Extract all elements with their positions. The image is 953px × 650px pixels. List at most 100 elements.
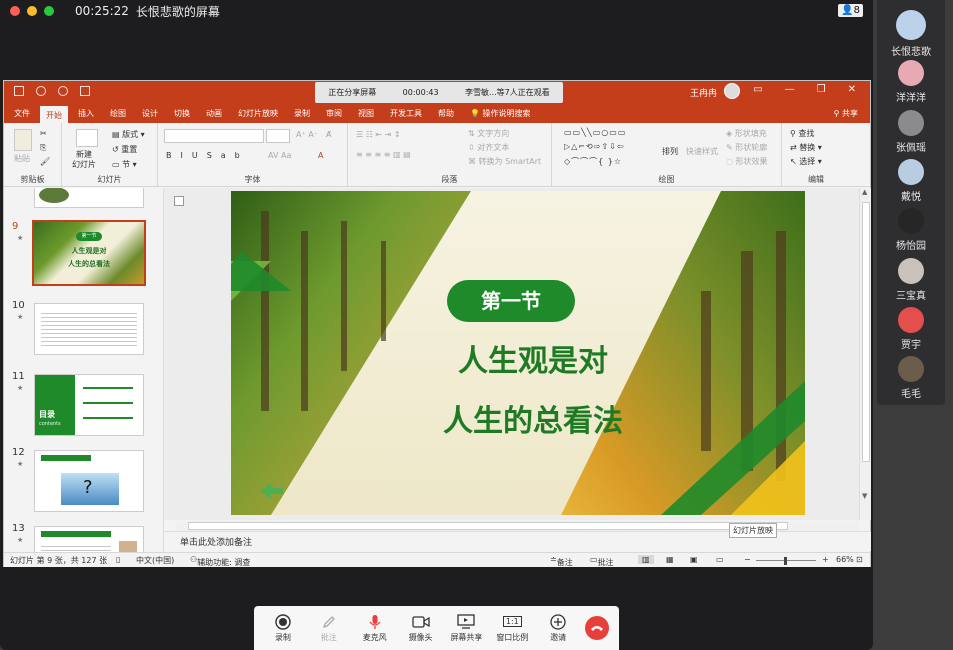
tab-home[interactable]: 开始 bbox=[40, 106, 68, 123]
tab-design[interactable]: 设计 bbox=[142, 108, 158, 119]
zoom-slider-thumb[interactable] bbox=[784, 557, 787, 565]
participant-tile[interactable]: 毛毛 bbox=[877, 356, 945, 400]
vertical-scrollbar[interactable]: ▲ ▼ bbox=[859, 188, 871, 520]
copy-icon[interactable]: ⎘ bbox=[40, 143, 46, 153]
thumbnail-slide-8[interactable] bbox=[34, 188, 144, 208]
zoom-window-button[interactable] bbox=[44, 6, 54, 16]
notes-pane[interactable]: 单击此处添加备注 幻灯片放映 bbox=[164, 523, 871, 551]
share-button[interactable]: ⚲ 共享 bbox=[834, 108, 858, 119]
undo-icon[interactable] bbox=[36, 86, 46, 96]
tell-me-search[interactable]: 💡 操作说明搜索 bbox=[470, 108, 531, 119]
text-direction-button[interactable]: ⇅ 文字方向 bbox=[468, 128, 509, 139]
tab-draw[interactable]: 绘图 bbox=[110, 108, 126, 119]
microphone-button[interactable]: 麦克风 bbox=[356, 614, 394, 643]
tab-insert[interactable]: 插入 bbox=[78, 108, 94, 119]
tab-developer[interactable]: 开发工具 bbox=[390, 108, 422, 119]
tab-record[interactable]: 录制 bbox=[294, 108, 310, 119]
zoom-in-icon[interactable]: + bbox=[822, 555, 829, 564]
align-text-button[interactable]: ⇳ 对齐文本 bbox=[468, 142, 509, 153]
minimize-icon[interactable]: — bbox=[785, 84, 795, 95]
notes-toggle[interactable]: ≐ 备注 bbox=[550, 555, 573, 567]
paste-icon[interactable] bbox=[14, 129, 32, 151]
window-ratio-button[interactable]: 1:1 窗口比例 bbox=[493, 614, 531, 643]
shape-outline-button[interactable]: ✎ 形状轮廓 bbox=[726, 142, 767, 153]
shapes-gallery[interactable]: ▭▭╲╲▭○▭▭ bbox=[564, 128, 626, 137]
tab-transitions[interactable]: 切换 bbox=[174, 108, 190, 119]
shape-fill-button[interactable]: ◈ 形状填充 bbox=[726, 128, 767, 139]
select-button[interactable]: ↖ 选择 ▾ bbox=[790, 156, 822, 167]
user-avatar[interactable] bbox=[724, 83, 740, 99]
grow-font-icon[interactable]: A⁺ A⁻ bbox=[296, 130, 318, 139]
participant-tile[interactable]: 洋洋洋 bbox=[877, 60, 945, 104]
participant-tile[interactable]: 杨怡园 bbox=[877, 208, 945, 252]
tab-view[interactable]: 视图 bbox=[358, 108, 374, 119]
screen-share-button[interactable]: 屏幕共享 bbox=[447, 614, 485, 643]
tab-review[interactable]: 审阅 bbox=[326, 108, 342, 119]
font-size-select[interactable] bbox=[266, 129, 290, 143]
participant-tile[interactable]: 张佩瑶 bbox=[877, 110, 945, 154]
zoom-level[interactable]: 66% bbox=[836, 555, 854, 564]
shape-effects-button[interactable]: ◌ 形状效果 bbox=[726, 156, 768, 167]
reading-view-icon[interactable]: ▣ bbox=[690, 555, 698, 564]
smartart-button[interactable]: ⌘ 转换为 SmartArt bbox=[468, 156, 541, 167]
restore-icon[interactable]: ❐ bbox=[817, 84, 826, 95]
redo-icon[interactable] bbox=[58, 86, 68, 96]
record-button[interactable]: 录制 bbox=[264, 613, 302, 643]
font-style-buttons[interactable]: BIUSab bbox=[166, 151, 249, 160]
new-slide-button[interactable]: 新建 幻灯片 bbox=[72, 150, 96, 170]
tab-file[interactable]: 文件 bbox=[14, 108, 30, 119]
minimize-window-button[interactable] bbox=[27, 6, 37, 16]
participant-tile[interactable]: 长恨悲歌 bbox=[877, 10, 945, 58]
clear-format-icon[interactable]: A̸ bbox=[326, 130, 331, 139]
normal-view-icon[interactable]: ▥ bbox=[638, 555, 654, 564]
arrange-button[interactable]: 排列 bbox=[662, 146, 678, 157]
hang-up-button[interactable] bbox=[585, 616, 610, 640]
fit-slide-icon[interactable]: ⊡ bbox=[856, 555, 863, 564]
slideshow-icon[interactable]: ▭ bbox=[716, 555, 724, 564]
quick-styles-button[interactable]: 快速样式 bbox=[686, 146, 718, 157]
shapes-gallery-row3[interactable]: ◇⌒⌒⌒{ }☆ bbox=[564, 156, 622, 167]
ribbon-display-icon[interactable]: ▭ bbox=[753, 84, 762, 95]
tab-help[interactable]: 帮助 bbox=[438, 108, 454, 119]
format-painter-icon[interactable]: 🖌 bbox=[40, 157, 50, 166]
present-icon[interactable] bbox=[80, 86, 90, 96]
slide-sorter-icon[interactable]: ▦ bbox=[666, 555, 674, 564]
comments-toggle[interactable]: ▭ 批注 bbox=[590, 555, 614, 567]
reset-button[interactable]: ↺ 重置 bbox=[112, 144, 137, 155]
font-name-select[interactable] bbox=[164, 129, 264, 143]
tab-slideshow[interactable]: 幻灯片放映 bbox=[238, 108, 278, 119]
replace-button[interactable]: ⇄ 替换 ▾ bbox=[790, 142, 822, 153]
annotate-button[interactable]: 批注 bbox=[310, 614, 348, 643]
slide-editing-canvas[interactable]: 第一节 人生观是对 人生的总看法 bbox=[164, 188, 859, 520]
accessibility-status[interactable]: ⚇ 辅助功能: 调查 bbox=[190, 555, 250, 567]
font-color-icon[interactable]: A bbox=[318, 151, 323, 160]
new-slide-icon[interactable] bbox=[76, 129, 98, 147]
find-button[interactable]: ⚲ 查找 bbox=[790, 128, 814, 139]
save-icon[interactable] bbox=[14, 86, 24, 96]
participant-tile[interactable]: 戴悦 bbox=[877, 159, 945, 203]
shapes-gallery-row2[interactable]: ▷△⌐⟲⇨⇧⇩⇦ bbox=[564, 142, 625, 151]
layout-button[interactable]: ▤ 版式 ▾ bbox=[112, 129, 145, 140]
paste-button[interactable]: 粘贴 bbox=[14, 153, 30, 164]
thumbnail-slide-10[interactable] bbox=[34, 303, 144, 355]
thumbnail-slide-9[interactable]: 第一节 人生观是对 人生的总看法 bbox=[32, 220, 146, 286]
camera-button[interactable]: 摄像头 bbox=[402, 614, 440, 643]
scroll-up-icon[interactable]: ▲ bbox=[862, 188, 867, 196]
invite-button[interactable]: 邀请 bbox=[539, 613, 577, 643]
participant-tile[interactable]: 三宝真 bbox=[877, 258, 945, 302]
align-icons[interactable]: ≡ ≡ ≡ ≡ ▥ ▤ bbox=[356, 150, 411, 159]
current-slide[interactable]: 第一节 人生观是对 人生的总看法 bbox=[231, 191, 805, 515]
language-indicator[interactable]: 中文(中国) bbox=[136, 555, 174, 566]
cut-icon[interactable]: ✂ bbox=[40, 129, 47, 138]
zoom-out-icon[interactable]: − bbox=[744, 555, 751, 564]
thumbnail-slide-13[interactable] bbox=[34, 526, 144, 553]
thumbnail-slide-11[interactable]: 目录 contents bbox=[34, 374, 144, 436]
close-icon[interactable]: ✕ bbox=[848, 84, 856, 95]
tab-animations[interactable]: 动画 bbox=[206, 108, 222, 119]
section-button[interactable]: ▭ 节 ▾ bbox=[112, 159, 137, 170]
participant-tile[interactable]: 贾宇 bbox=[877, 307, 945, 351]
list-icons[interactable]: ☰ ☷ ⇤ ⇥ ↕ bbox=[356, 130, 401, 139]
scroll-down-icon[interactable]: ▼ bbox=[862, 492, 867, 500]
participant-count-badge[interactable]: 👤8 bbox=[838, 4, 863, 17]
close-window-button[interactable] bbox=[10, 6, 20, 16]
